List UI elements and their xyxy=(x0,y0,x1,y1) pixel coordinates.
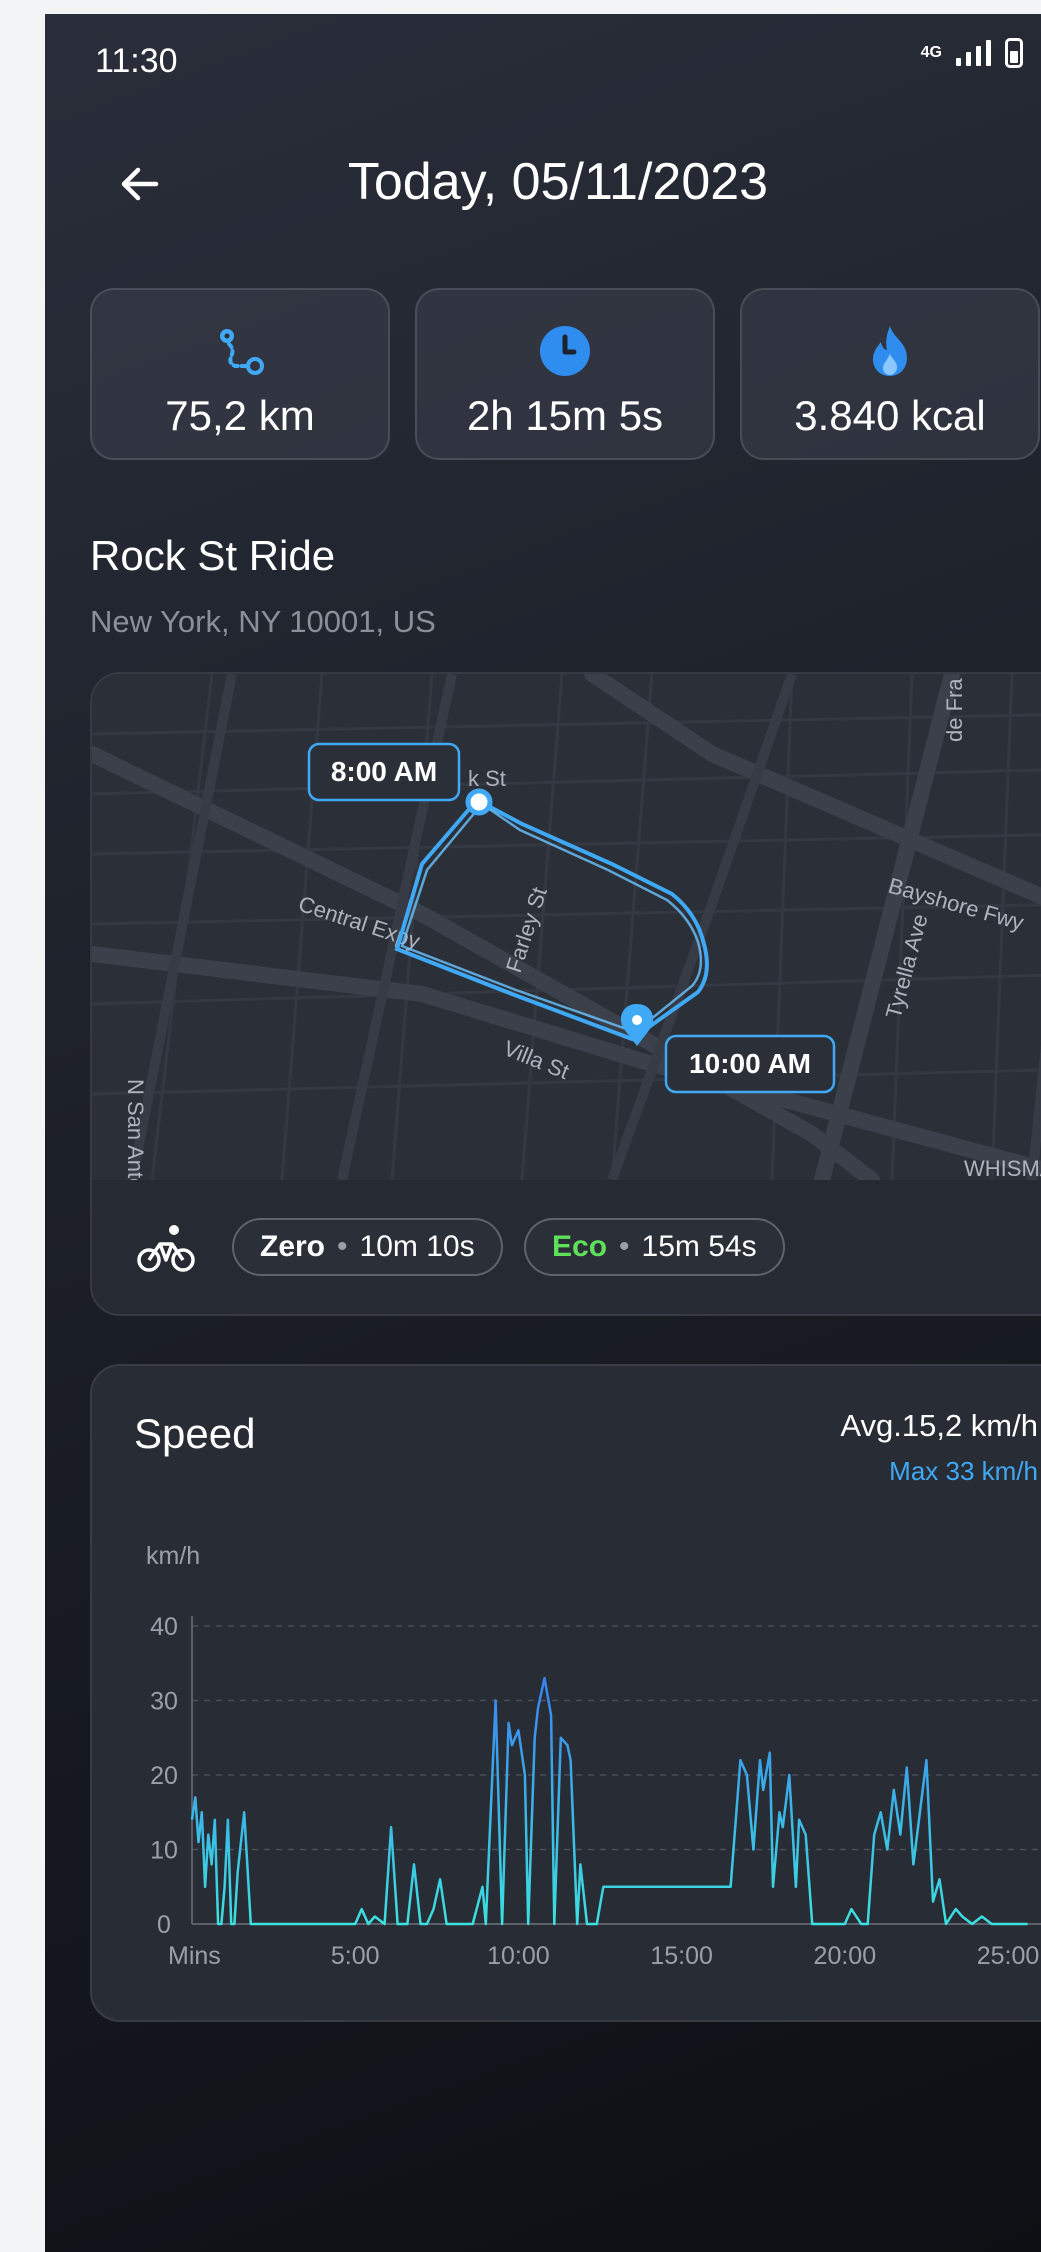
mode-name: Zero xyxy=(260,1230,326,1263)
battery-icon xyxy=(1005,38,1023,68)
mode-chip-zero[interactable]: Zero • 10m 10s xyxy=(232,1218,503,1276)
y-tick-label: 0 xyxy=(157,1911,171,1939)
flame-icon xyxy=(873,326,907,376)
start-marker xyxy=(465,788,493,816)
map-card[interactable]: Central Expy Farley St Villa St Bayshore… xyxy=(90,672,1041,1316)
label-n-san-antonio: N San Anto xyxy=(123,1079,148,1180)
mode-chip-eco[interactable]: Eco • 15m 54s xyxy=(524,1218,785,1276)
ride-modes-bar: Zero • 10m 10s Eco • 15m 54s xyxy=(92,1180,1041,1314)
ride-title: Rock St Ride xyxy=(90,532,336,579)
speed-card: Speed Avg.15,2 km/h Max 33 km/h km/h 0 10… xyxy=(90,1364,1041,2022)
label-whisman: WHISMAN xyxy=(964,1156,1041,1180)
status-icons: 4G xyxy=(921,38,1023,68)
y-tick-label: 30 xyxy=(150,1688,178,1716)
speed-chart: 0 10 20 30 40 Mins 5:00 10:00 15:00 20:00 25:00 xyxy=(150,1613,1041,1970)
mode-duration: 10m 10s xyxy=(359,1230,475,1263)
distance-card: 75,2 km xyxy=(90,288,390,460)
y-tick-label: 20 xyxy=(150,1762,178,1790)
mode-name: Eco xyxy=(552,1230,608,1263)
y-tick-label: 40 xyxy=(150,1613,178,1641)
y-tick-label: 10 xyxy=(150,1837,178,1865)
end-time-label: 10:00 AM xyxy=(689,1048,811,1079)
network-type: 4G xyxy=(920,44,942,61)
status-time: 11:30 xyxy=(95,42,178,80)
bicycle-icon xyxy=(137,1225,195,1272)
separator-dot: • xyxy=(619,1230,630,1263)
start-time-label: 8:00 AM xyxy=(331,756,437,787)
page-title: Today, 05/11/2023 xyxy=(347,153,769,211)
separator-dot: • xyxy=(337,1230,348,1263)
route-map[interactable]: Central Expy Farley St Villa St Bayshore… xyxy=(92,674,1041,1180)
x-tick-label: Mins xyxy=(168,1942,221,1970)
calories-value: 3.840 kcal xyxy=(794,392,986,439)
calories-card: 3.840 kcal xyxy=(740,288,1040,460)
duration-card: 2h 15m 5s xyxy=(415,288,715,460)
speed-series-line xyxy=(190,1676,1028,1926)
x-tick-label: 20:00 xyxy=(814,1942,877,1970)
x-tick-label: 10:00 xyxy=(487,1942,550,1970)
phone-screen: 11:30 4G Today, 05/11/2023 75,2 km 2h 15 xyxy=(45,14,1041,2252)
clock-icon xyxy=(540,326,590,376)
x-tick-label: 15:00 xyxy=(650,1942,713,1970)
route-icon xyxy=(220,329,264,375)
x-tick-label: 25:00 xyxy=(977,1942,1040,1970)
ride-location: New York, NY 10001, US xyxy=(90,604,436,639)
x-tick-label: 5:00 xyxy=(331,1942,380,1970)
duration-value: 2h 15m 5s xyxy=(466,392,664,439)
signal-icon xyxy=(956,40,991,66)
distance-value: 75,2 km xyxy=(165,392,315,439)
label-rock-st: k St xyxy=(468,766,506,791)
label-de-france: de Fra xyxy=(942,678,967,742)
mode-duration: 15m 54s xyxy=(641,1230,757,1263)
